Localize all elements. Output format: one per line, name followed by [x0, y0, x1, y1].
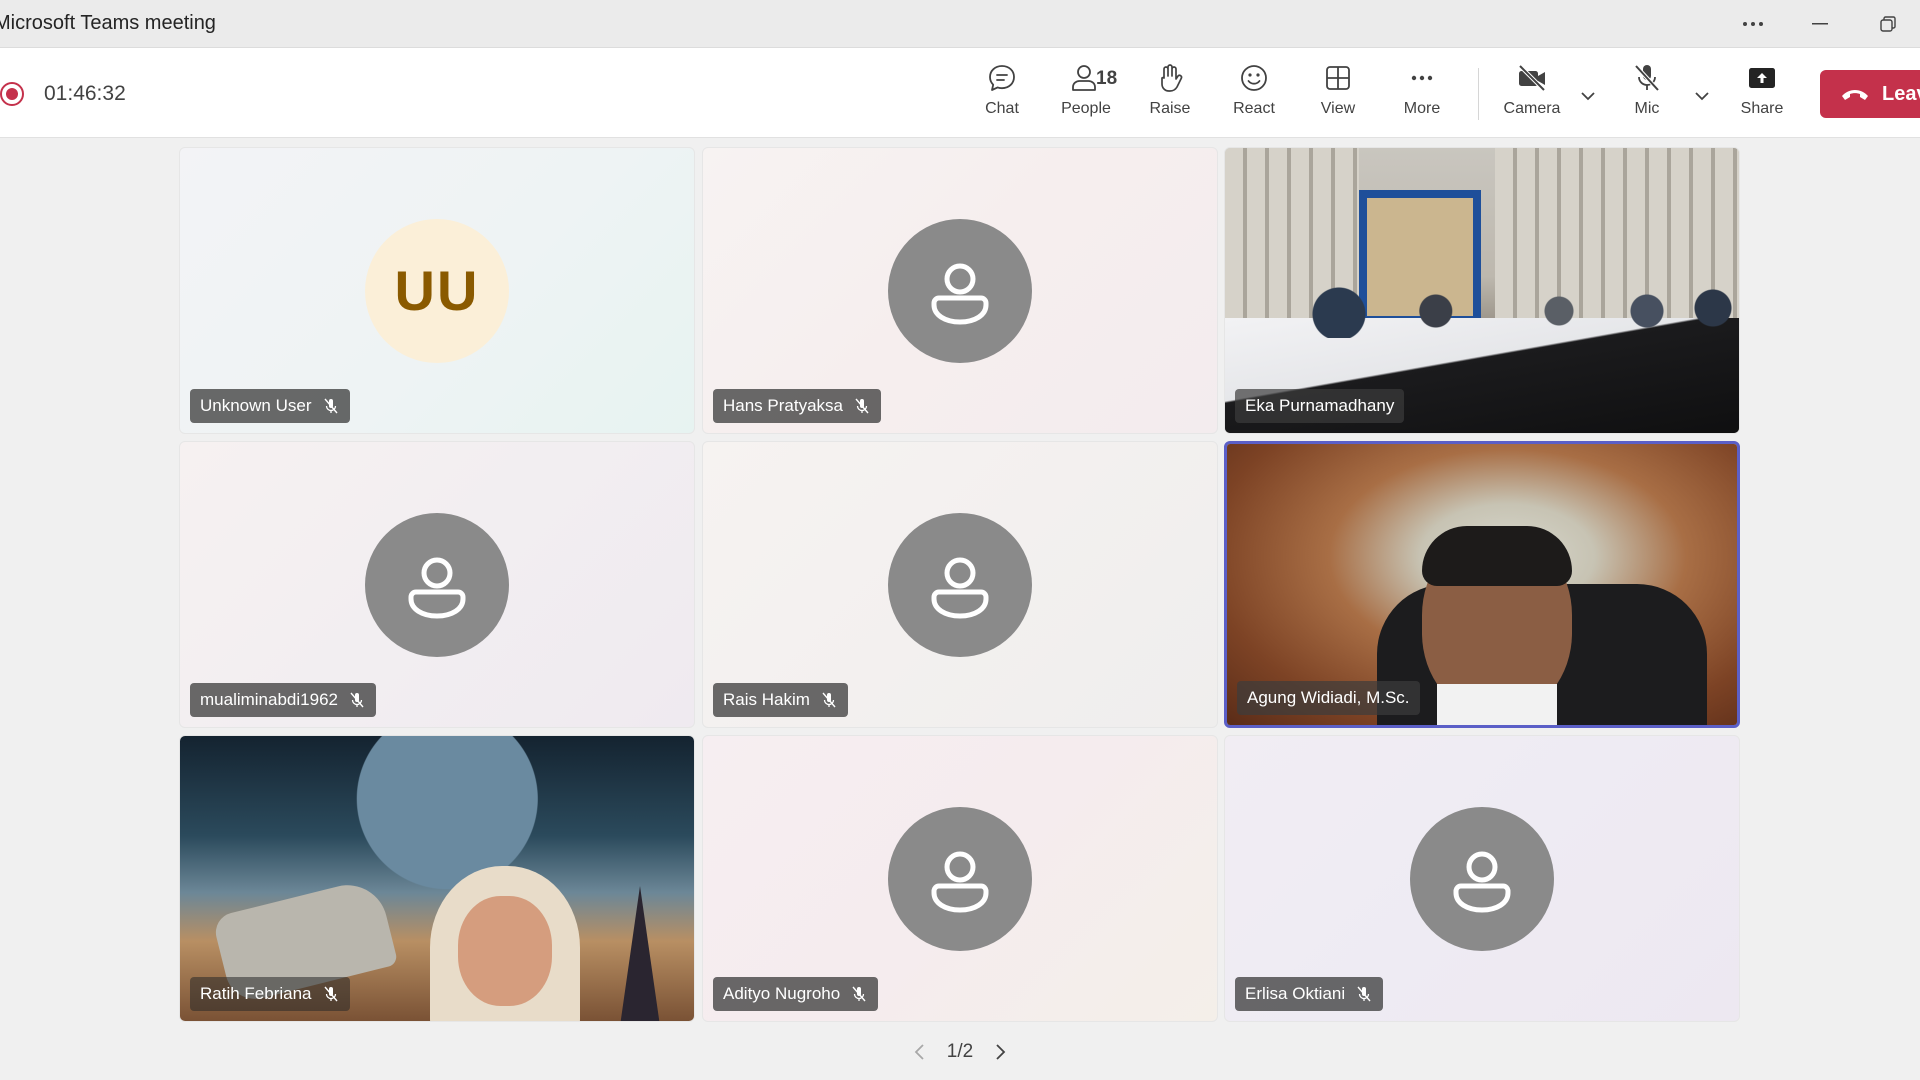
leave-button[interactable]: Leave: [1820, 70, 1920, 118]
active-speaker-video-tile[interactable]: Agung Widiadi, M.Sc.: [1224, 441, 1740, 728]
participant-tile[interactable]: Erlisa Oktiani: [1224, 735, 1740, 1022]
mic-options-chevron-down-icon[interactable]: [1690, 84, 1714, 108]
recording-icon: [0, 82, 24, 106]
chat-button[interactable]: Chat: [964, 62, 1040, 126]
people-count: 18: [1096, 68, 1118, 89]
mic-muted-icon: [855, 398, 869, 414]
camera-off-icon: [1518, 64, 1546, 92]
mic-button[interactable]: Mic: [1609, 62, 1685, 126]
toolbar-divider: [1478, 68, 1479, 120]
participant-tile[interactable]: UU Unknown User: [179, 147, 695, 434]
meeting-toolbar: 01:46:32 Chat 18 People Raise React View…: [0, 48, 1920, 138]
chat-label: Chat: [985, 100, 1019, 117]
participant-name-tag: Erlisa Oktiani: [1235, 977, 1384, 1011]
chat-icon: [989, 65, 1015, 91]
restore-icon[interactable]: [1870, 8, 1906, 40]
page-indicator: 1/2: [946, 1041, 974, 1062]
participant-name-tag: Rais Hakim: [713, 683, 848, 717]
avatar: [365, 512, 509, 657]
minimize-icon[interactable]: [1802, 8, 1838, 40]
raise-hand-icon: [1161, 64, 1183, 92]
participant-tile[interactable]: mualiminabdi1962: [179, 441, 695, 728]
react-button[interactable]: React: [1216, 62, 1292, 126]
participant-tile[interactable]: Rais Hakim: [702, 441, 1218, 728]
participant-name: Rais Hakim: [723, 690, 810, 709]
participant-name: Eka Purnamadhany: [1245, 396, 1395, 415]
avatar: [888, 512, 1032, 657]
smiley-icon: [1241, 65, 1267, 91]
avatar: [888, 218, 1032, 363]
raise-hand-button[interactable]: Raise: [1132, 62, 1208, 126]
mic-muted-icon: [822, 692, 836, 708]
mic-muted-icon: [323, 986, 338, 1002]
participant-name: Unknown User: [200, 396, 312, 415]
mic-off-icon: [1634, 64, 1660, 92]
participant-name: Hans Pratyaksa: [723, 396, 843, 415]
participant-tile[interactable]: Adityo Nugroho: [702, 735, 1218, 1022]
participant-name-tag: mualiminabdi1962: [190, 683, 376, 717]
avatar: [1410, 806, 1554, 951]
people-button[interactable]: 18 People: [1048, 62, 1124, 126]
mic-muted-icon: [323, 398, 338, 414]
more-button[interactable]: More: [1384, 62, 1460, 126]
camera-label: Camera: [1503, 100, 1561, 117]
mic-label: Mic: [1634, 100, 1660, 117]
people-label: People: [1061, 100, 1111, 117]
share-screen-icon: [1749, 68, 1775, 88]
window-title: Microsoft Teams meeting: [0, 12, 216, 34]
share-button[interactable]: Share: [1724, 62, 1800, 126]
participant-name-tag: Adityo Nugroho: [713, 977, 879, 1011]
participant-name: Adityo Nugroho: [723, 984, 841, 1003]
view-button[interactable]: View: [1300, 62, 1376, 126]
default-person-icon: [1453, 851, 1511, 913]
default-person-icon: [931, 851, 989, 913]
meeting-timer: 01:46:32: [44, 82, 126, 105]
mic-muted-icon: [350, 692, 364, 708]
participant-name-tag: Hans Pratyaksa: [713, 389, 881, 423]
avatar: [888, 806, 1032, 951]
gallery-pagination: 1/2: [900, 1038, 1020, 1066]
participant-video-tile[interactable]: Eka Purnamadhany: [1224, 147, 1740, 434]
window-more-icon[interactable]: [1735, 8, 1771, 40]
next-page-chevron-right-icon[interactable]: [991, 1042, 1011, 1062]
more-label: More: [1403, 100, 1441, 117]
participant-name-tag: Eka Purnamadhany: [1235, 389, 1405, 423]
participant-name: Ratih Febriana: [200, 984, 312, 1003]
mic-muted-icon: [1357, 986, 1371, 1002]
participant-name: Erlisa Oktiani: [1245, 984, 1346, 1003]
grid-view-icon: [1326, 66, 1350, 90]
camera-options-chevron-down-icon[interactable]: [1576, 84, 1600, 108]
share-label: Share: [1740, 100, 1784, 117]
mic-muted-icon: [852, 986, 866, 1002]
participant-name-tag: Agung Widiadi, M.Sc.: [1237, 681, 1420, 715]
hang-up-icon: [1842, 90, 1868, 100]
leave-label: Leave: [1882, 82, 1920, 105]
participant-name-tag: Ratih Febriana: [190, 977, 350, 1011]
view-label: View: [1320, 100, 1356, 117]
react-label: React: [1233, 100, 1275, 117]
avatar: UU: [365, 218, 509, 363]
title-bar: Microsoft Teams meeting: [0, 0, 1920, 48]
participant-tile[interactable]: Hans Pratyaksa: [702, 147, 1218, 434]
participant-name: Agung Widiadi, M.Sc.: [1247, 688, 1410, 707]
participant-name-tag: Unknown User: [190, 389, 350, 423]
camera-button[interactable]: Camera: [1494, 62, 1570, 126]
previous-page-chevron-left-icon[interactable]: [909, 1042, 929, 1062]
raise-label: Raise: [1149, 100, 1191, 117]
default-person-icon: [931, 557, 989, 619]
default-person-icon: [408, 557, 466, 619]
participant-name: mualiminabdi1962: [200, 690, 338, 709]
participant-video-tile[interactable]: Ratih Febriana: [179, 735, 695, 1022]
more-icon: [1411, 75, 1433, 81]
default-person-icon: [931, 263, 989, 325]
